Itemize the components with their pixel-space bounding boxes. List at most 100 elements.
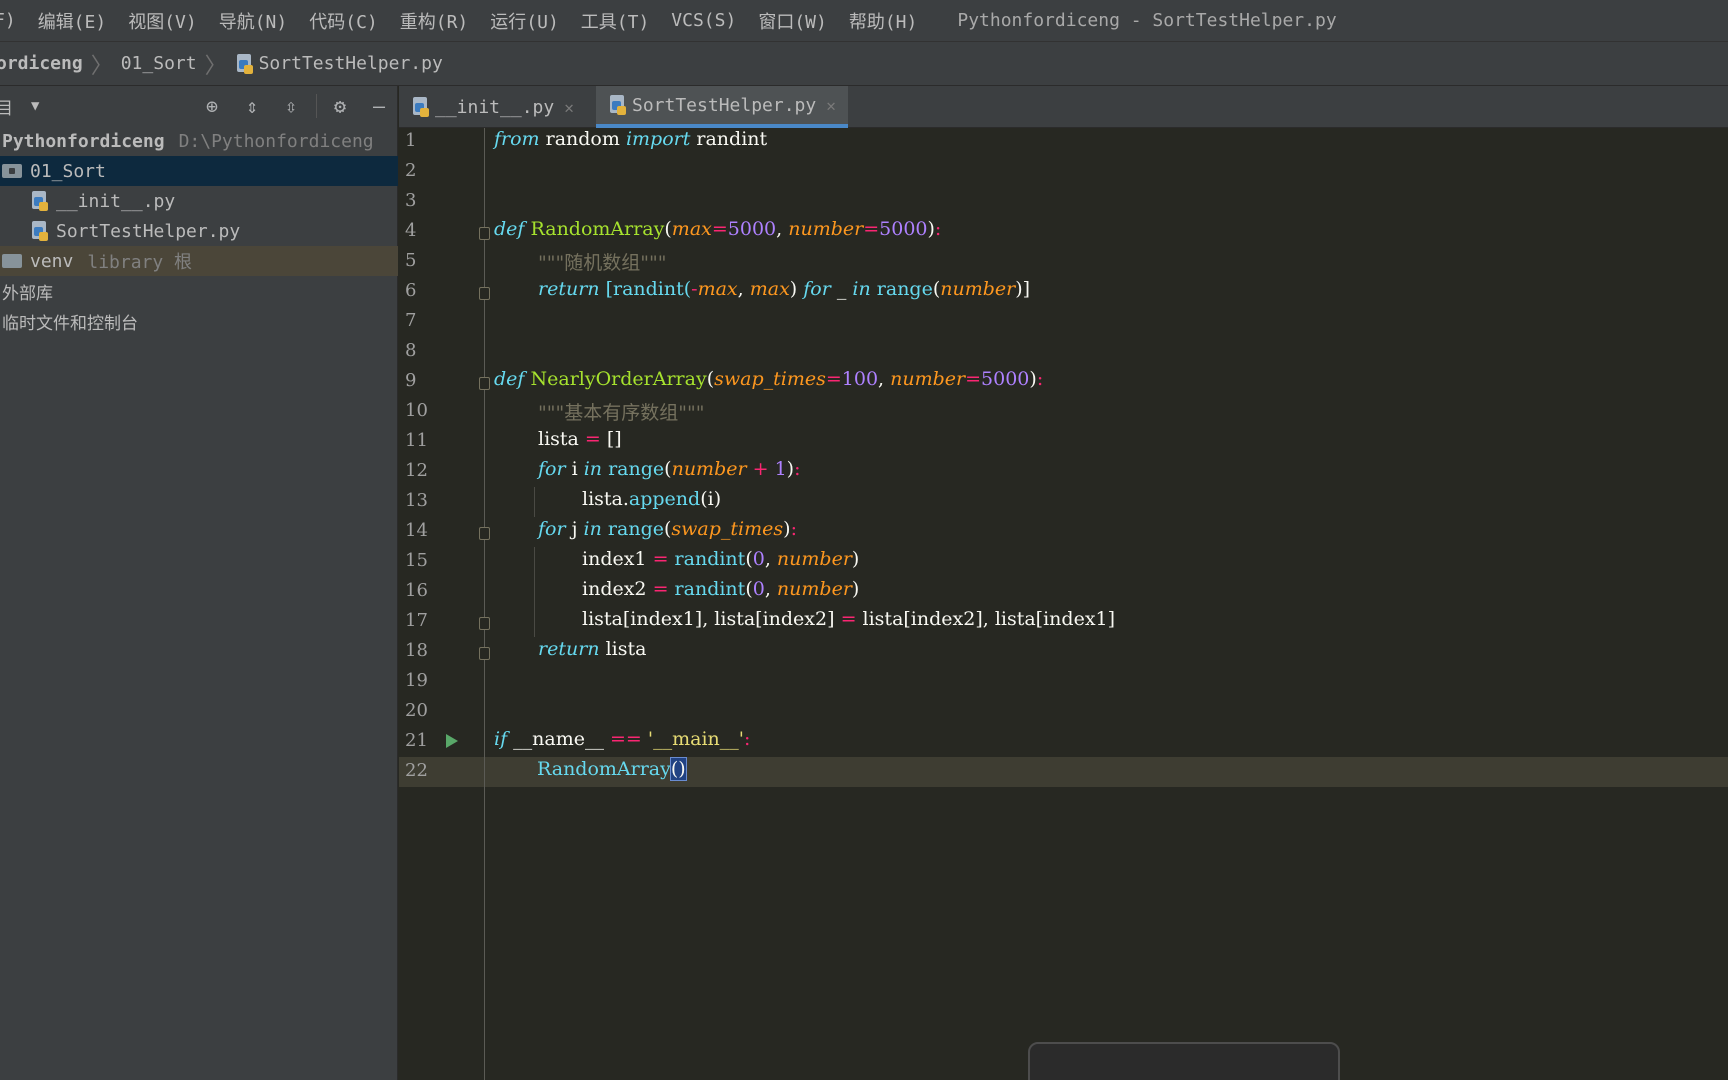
tree-root-path: D:\Pythonfordiceng [178,130,374,152]
menu-refactor[interactable]: 重构(R) [400,8,469,34]
fold-icon[interactable] [479,227,490,240]
chevron-down-icon[interactable]: ▼ [31,98,39,114]
line-number: 17 [405,610,428,631]
tree-item-venv[interactable]: venv library 根 [0,246,398,276]
tree-item-label: venv [30,250,74,272]
menu-tools[interactable]: 工具(T) [581,8,650,34]
fold-icon[interactable] [479,287,490,300]
code-token: for [803,278,831,300]
code-token: number [776,578,852,600]
python-file-icon [30,221,50,241]
code-token: max [671,218,712,240]
tree-item-label: 01_Sort [30,160,106,182]
code-token: number [776,548,852,570]
code-line-21: if __name__ == '__main__': [494,728,750,750]
tab-init[interactable]: __init__.py ✕ [399,86,586,128]
code-token: , [878,368,891,390]
code-token: ( [706,368,715,390]
line-number: 14 [405,520,428,541]
code-token: 5000 [879,218,928,240]
tree-item-label: SortTestHelper.py [56,220,241,242]
code-token: swap_times [671,518,784,540]
code-line-6: return [randint(-max, max) for _ in rang… [538,278,1030,300]
code-line-22: RandomArray() [537,757,687,781]
code-token: RandomArray [530,218,665,240]
gear-icon[interactable]: ⚙ [328,94,352,118]
code-token: == [610,728,642,750]
menu-file[interactable]: F) [0,10,16,31]
line-number: 21 [405,730,428,751]
code-token: in [852,278,871,300]
tree-root[interactable]: Pythonfordiceng D:\Pythonfordiceng [0,126,398,156]
breadcrumb-folder[interactable]: 01_Sort [121,53,197,74]
menu-window[interactable]: 窗口(W) [758,8,827,34]
line-number: 5 [405,250,417,271]
menu-code[interactable]: 代码(C) [309,8,378,34]
menu-view[interactable]: 视图(V) [128,8,197,34]
text-cursor: () [669,757,687,781]
code-token: )] [1015,278,1031,300]
editor-tab-bar: __init__.py ✕ SortTestHelper.py ✕ [399,86,1728,128]
tree-item-external-libraries[interactable]: 外部库 [0,276,398,306]
code-token: = [825,368,842,390]
close-icon[interactable]: ✕ [826,96,836,115]
tree-item-sorttesthelper[interactable]: SortTestHelper.py [0,216,398,246]
code-token: ) [851,548,860,570]
code-token: index1 [582,548,653,570]
code-token: random [539,128,626,150]
code-token: : [744,728,751,750]
code-line-15: index1 = randint(0, number) [582,548,859,570]
code-token: ) [1029,368,1037,390]
menu-run[interactable]: 运行(U) [490,8,559,34]
code-token: in [583,458,603,480]
minimize-icon[interactable]: — [367,94,391,118]
fold-icon[interactable] [479,647,490,660]
project-panel: 目 ▼ ⊕ ⇕ ⇳ ⚙ — Pythonfordiceng D:\Pythonf… [0,86,398,1080]
fold-icon[interactable] [479,617,490,630]
line-number: 15 [405,550,428,571]
code-token: return [538,278,600,300]
breadcrumb-file[interactable]: SortTestHelper.py [259,53,443,74]
locate-icon[interactable]: ⊕ [200,94,224,118]
line-number: 22 [405,760,428,781]
code-token: lista[index1], lista[index2] [582,608,841,630]
code-token: number [671,458,747,480]
line-number: 2 [405,160,417,181]
code-token: number [788,218,864,240]
project-view-label[interactable]: 目 [0,94,13,119]
collapse-all-icon[interactable]: ⇳ [279,94,303,118]
code-token: 1 [774,458,787,480]
menu-navigate[interactable]: 导航(N) [219,8,288,34]
code-token: number [890,368,966,390]
code-token: import [625,128,691,150]
menu-help[interactable]: 帮助(H) [849,8,918,34]
menu-vcs[interactable]: VCS(S) [671,10,736,31]
tree-item-01-sort[interactable]: 01_Sort [0,156,398,186]
run-arrow-icon[interactable] [446,734,458,748]
tree-item-scratches[interactable]: 临时文件和控制台 [0,306,398,336]
code-token: return [538,638,600,660]
gutter-divider [484,128,485,1080]
fold-icon[interactable] [479,527,490,540]
project-toolbar: 目 ▼ ⊕ ⇕ ⇳ ⚙ — [0,86,397,126]
popup-window [1028,1042,1340,1080]
code-token: i [565,458,584,480]
python-file-icon [30,191,50,211]
close-icon[interactable]: ✕ [564,98,574,117]
indent-guide [534,547,535,637]
expand-all-icon[interactable]: ⇕ [240,94,264,118]
fold-icon[interactable] [479,377,490,390]
code-token: range [876,278,933,300]
code-token: : [1036,368,1044,390]
code-token: if [494,728,508,750]
line-number: 1 [405,130,417,151]
breadcrumb-project[interactable]: ordiceng [0,53,83,74]
line-number: 11 [405,430,428,451]
menu-edit[interactable]: 编辑(E) [38,8,107,34]
line-number: 18 [405,640,428,661]
line-number: 9 [405,370,417,391]
code-token: range [608,458,665,480]
code-token: """基本有序数组""" [538,402,705,424]
tab-sorttesthelper[interactable]: SortTestHelper.py ✕ [596,86,848,128]
tree-item-init[interactable]: __init__.py [0,186,398,216]
